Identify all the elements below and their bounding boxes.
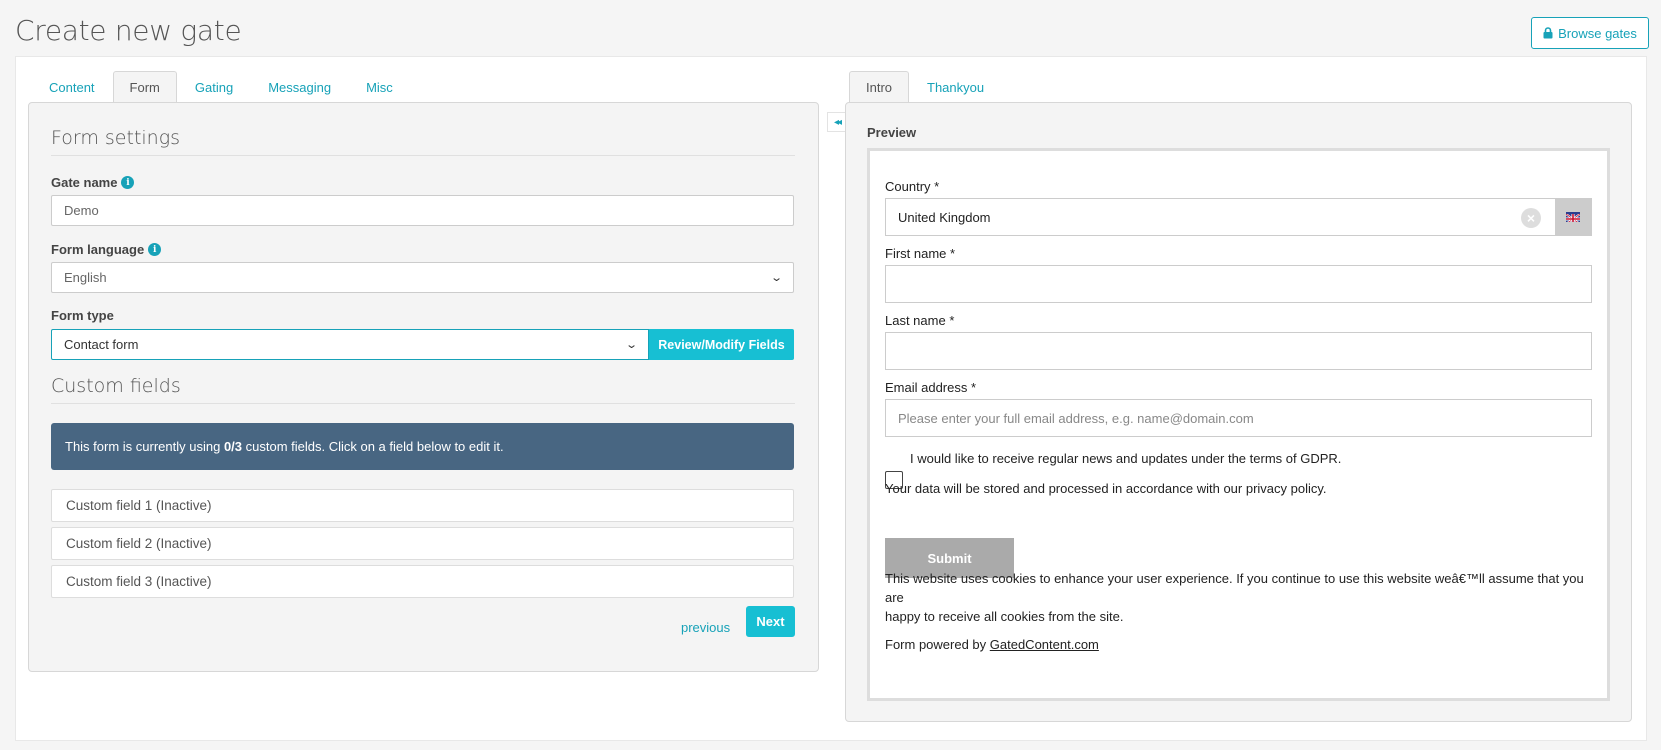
country-select[interactable]: United Kingdom × — [885, 198, 1592, 236]
gatedcontent-link[interactable]: GatedContent.com — [990, 637, 1099, 652]
next-button[interactable]: Next — [746, 606, 795, 637]
cookie-notice: This website uses cookies to enhance you… — [885, 569, 1595, 626]
previous-link[interactable]: previous — [681, 620, 730, 635]
banner-suffix: custom fields. Click on a field below to… — [242, 439, 504, 454]
email-input[interactable]: Please enter your full email address, e.… — [885, 399, 1592, 437]
custom-field-item[interactable]: Custom field 3 (Inactive) — [51, 565, 794, 598]
form-language-label: Form language i — [51, 242, 162, 257]
tab-intro[interactable]: Intro — [849, 71, 910, 104]
form-type-label: Form type — [51, 308, 114, 323]
info-icon[interactable]: i — [121, 176, 135, 189]
form-language-label-text: Form language — [51, 242, 145, 257]
left-tab-bar: Content Form Gating Messaging Misc — [32, 70, 411, 104]
banner-prefix: This form is currently using — [65, 439, 224, 454]
form-type-label-text: Form type — [51, 308, 114, 323]
gate-name-value: Demo — [64, 203, 99, 218]
chevron-down-icon: ⌄ — [624, 339, 638, 351]
preview-heading: Preview — [867, 125, 917, 140]
country-label: Country * — [885, 179, 940, 194]
custom-fields-info-banner: This form is currently using 0/3 custom … — [51, 423, 794, 470]
uk-flag-icon — [1566, 212, 1580, 222]
cookie-line-1: This website uses cookies to enhance you… — [885, 571, 1584, 605]
tab-gating[interactable]: Gating — [178, 71, 250, 103]
email-placeholder: Please enter your full email address, e.… — [898, 410, 1254, 426]
right-tab-bar: Intro Thankyou — [849, 70, 1002, 104]
country-value: United Kingdom — [898, 209, 991, 225]
first-name-input[interactable] — [885, 265, 1592, 303]
chevron-down-icon: ⌄ — [769, 272, 783, 284]
powered-prefix: Form powered by — [885, 637, 990, 652]
form-language-select[interactable]: English ⌄ — [51, 262, 794, 293]
gate-name-label-text: Gate name — [51, 175, 118, 190]
custom-fields-heading: Custom fields — [51, 375, 795, 404]
email-label: Email address * — [885, 380, 977, 395]
tab-misc[interactable]: Misc — [349, 71, 410, 103]
info-icon[interactable]: i — [148, 243, 162, 256]
review-modify-fields-button[interactable]: Review/Modify Fields — [649, 329, 794, 360]
custom-field-item[interactable]: Custom field 1 (Inactive) — [51, 489, 794, 522]
last-name-label: Last name * — [885, 313, 955, 328]
first-name-label: First name * — [885, 246, 956, 261]
custom-field-item[interactable]: Custom field 2 (Inactive) — [51, 527, 794, 560]
preview-panel: Preview Country * United Kingdom × First… — [845, 102, 1632, 722]
cookie-line-2: happy to receive all cookies from the si… — [885, 609, 1124, 624]
form-type-select[interactable]: Contact form ⌄ — [51, 329, 649, 360]
last-name-input[interactable] — [885, 332, 1592, 370]
powered-by: Form powered by GatedContent.com — [885, 635, 1099, 654]
banner-count: 0/3 — [223, 439, 243, 454]
form-language-value: English — [64, 270, 107, 285]
tab-form[interactable]: Form — [112, 71, 177, 104]
browse-gates-label: Browse gates — [1558, 25, 1637, 41]
tab-thankyou[interactable]: Thankyou — [910, 71, 1001, 103]
page-title: Create new gate — [15, 14, 242, 47]
clear-icon[interactable]: × — [1521, 208, 1541, 228]
form-settings-panel: Form settings Gate name i Demo Form lang… — [28, 102, 819, 672]
collapse-preview-icon[interactable]: ◂◂ — [827, 112, 847, 132]
country-flag-button[interactable] — [1555, 199, 1591, 235]
gdpr-text: I would like to receive regular news and… — [910, 451, 1342, 466]
form-preview-frame: Country * United Kingdom × First name * … — [867, 148, 1610, 701]
form-type-value: Contact form — [64, 337, 139, 352]
tab-content[interactable]: Content — [32, 71, 112, 103]
lock-icon — [1543, 27, 1553, 39]
privacy-text: Your data will be stored and processed i… — [885, 481, 1327, 496]
gate-name-input[interactable]: Demo — [51, 195, 794, 226]
tab-messaging[interactable]: Messaging — [251, 71, 348, 103]
form-settings-heading: Form settings — [51, 127, 795, 156]
browse-gates-button[interactable]: Browse gates — [1531, 17, 1649, 49]
gate-name-label: Gate name i — [51, 175, 135, 190]
